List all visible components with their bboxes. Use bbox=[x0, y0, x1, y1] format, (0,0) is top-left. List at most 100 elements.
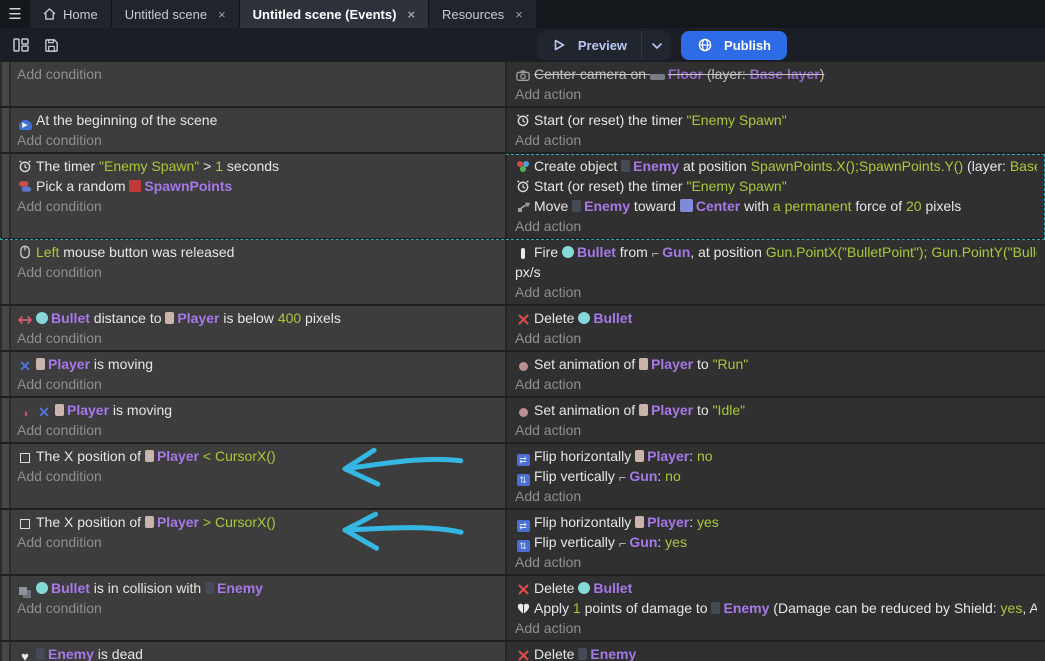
event-drag-handle[interactable] bbox=[0, 398, 11, 442]
event-drag-handle[interactable] bbox=[0, 352, 11, 396]
actions-cell[interactable]: Delete Enemy Add action bbox=[505, 642, 1045, 661]
action-line[interactable]: Delete Bullet bbox=[515, 578, 1037, 598]
project-manager-icon[interactable] bbox=[8, 32, 34, 58]
actions-cell[interactable]: ⇄Flip horizontally Player: yes⇅Flip vert… bbox=[505, 510, 1045, 574]
add-action-button[interactable]: Add action bbox=[515, 486, 1037, 506]
condition-line[interactable]: Left mouse button was released bbox=[17, 242, 499, 262]
action-line[interactable]: Center camera on Floor (layer: Base laye… bbox=[515, 64, 1037, 84]
actions-cell[interactable]: Set animation of Player to "Run" Add act… bbox=[505, 352, 1045, 396]
event-drag-handle[interactable] bbox=[0, 444, 11, 508]
close-icon[interactable]: × bbox=[515, 7, 523, 22]
tab-home[interactable]: Home bbox=[30, 0, 112, 28]
action-line[interactable]: Create object Enemy at position SpawnPoi… bbox=[515, 156, 1037, 176]
action-line[interactable]: Delete Bullet bbox=[515, 308, 1037, 328]
tab-untitled-scene[interactable]: Untitled scene× bbox=[112, 0, 240, 28]
event-drag-handle[interactable] bbox=[0, 154, 11, 238]
actions-cell[interactable]: Set animation of Player to "Idle" Add ac… bbox=[505, 398, 1045, 442]
add-condition-button[interactable]: Add condition bbox=[17, 598, 499, 618]
event-row[interactable]: Add condition Center camera on Floor (la… bbox=[0, 62, 1045, 108]
action-line[interactable]: ⇄Flip horizontally Player: yes bbox=[515, 512, 1037, 532]
event-row[interactable]: Bullet distance to Player is below 400 p… bbox=[0, 306, 1045, 352]
actions-cell[interactable]: Fire Bullet from ⌐Gun, at position Gun.P… bbox=[505, 240, 1045, 304]
tab-untitled-scene-events-[interactable]: Untitled scene (Events)× bbox=[240, 0, 429, 28]
conditions-cell[interactable]: The timer "Enemy Spawn" > 1 secondsPick … bbox=[11, 154, 505, 238]
condition-line[interactable]: Bullet is in collision with Enemy bbox=[17, 578, 499, 598]
event-drag-handle[interactable] bbox=[0, 306, 11, 350]
add-action-button[interactable]: Add action bbox=[515, 552, 1037, 572]
actions-cell[interactable]: Create object Enemy at position SpawnPoi… bbox=[505, 154, 1045, 238]
publish-button[interactable]: Publish bbox=[681, 31, 787, 60]
condition-line[interactable]: ◑✕Player is moving bbox=[17, 400, 499, 420]
condition-line[interactable]: The X position of Player > CursorX() bbox=[17, 512, 499, 532]
add-condition-button[interactable]: Add condition bbox=[17, 262, 499, 282]
event-row[interactable]: Bullet is in collision with Enemy Add co… bbox=[0, 576, 1045, 642]
event-drag-handle[interactable] bbox=[0, 510, 11, 574]
event-row[interactable]: The X position of Player > CursorX() Add… bbox=[0, 510, 1045, 576]
action-line[interactable]: ⇄Flip horizontally Player: no bbox=[515, 446, 1037, 466]
conditions-cell[interactable]: Add condition bbox=[11, 62, 505, 106]
event-row[interactable]: ♥Enemy is dead Add condition Delete Enem… bbox=[0, 642, 1045, 661]
event-drag-handle[interactable] bbox=[0, 108, 11, 152]
add-action-button[interactable]: Add action bbox=[515, 84, 1037, 104]
action-line[interactable]: Set animation of Player to "Run" bbox=[515, 354, 1037, 374]
conditions-cell[interactable]: ▶At the beginning of the scene Add condi… bbox=[11, 108, 505, 152]
action-line[interactable]: Delete Enemy bbox=[515, 644, 1037, 661]
event-drag-handle[interactable] bbox=[0, 576, 11, 640]
condition-line[interactable]: The timer "Enemy Spawn" > 1 seconds bbox=[17, 156, 499, 176]
add-condition-button[interactable]: Add condition bbox=[17, 130, 499, 150]
conditions-cell[interactable]: The X position of Player > CursorX() Add… bbox=[11, 510, 505, 574]
close-icon[interactable]: × bbox=[407, 7, 415, 22]
add-action-button[interactable]: Add action bbox=[515, 216, 1037, 236]
actions-cell[interactable]: Delete Bullet Add action bbox=[505, 306, 1045, 350]
condition-line[interactable]: The X position of Player < CursorX() bbox=[17, 446, 499, 466]
add-action-button[interactable]: Add action bbox=[515, 618, 1037, 638]
condition-line[interactable]: ✕Player is moving bbox=[17, 354, 499, 374]
action-line[interactable]: ⇅Flip vertically ⌐Gun: yes bbox=[515, 532, 1037, 552]
conditions-cell[interactable]: The X position of Player < CursorX() Add… bbox=[11, 444, 505, 508]
conditions-cell[interactable]: Bullet distance to Player is below 400 p… bbox=[11, 306, 505, 350]
add-action-button[interactable]: Add action bbox=[515, 130, 1037, 150]
action-line[interactable]: Start (or reset) the timer "Enemy Spawn" bbox=[515, 110, 1037, 130]
conditions-cell[interactable]: Left mouse button was released Add condi… bbox=[11, 240, 505, 304]
save-icon[interactable] bbox=[38, 32, 64, 58]
preview-button[interactable]: Preview bbox=[537, 31, 641, 60]
actions-cell[interactable]: Center camera on Floor (layer: Base laye… bbox=[505, 62, 1045, 106]
actions-cell[interactable]: Delete BulletApply 1 points of damage to… bbox=[505, 576, 1045, 640]
event-row[interactable]: The X position of Player < CursorX() Add… bbox=[0, 444, 1045, 510]
hamburger-menu-icon[interactable]: ☰ bbox=[0, 0, 30, 28]
tab-resources[interactable]: Resources× bbox=[429, 0, 537, 28]
add-action-button[interactable]: Add action bbox=[515, 420, 1037, 440]
add-condition-button[interactable]: Add condition bbox=[17, 64, 499, 84]
conditions-cell[interactable]: ◑✕Player is moving Add condition bbox=[11, 398, 505, 442]
action-line[interactable]: Apply 1 points of damage to Enemy (Damag… bbox=[515, 598, 1037, 618]
conditions-cell[interactable]: ✕Player is moving Add condition bbox=[11, 352, 505, 396]
action-line[interactable]: ⇅Flip vertically ⌐Gun: no bbox=[515, 466, 1037, 486]
condition-line[interactable]: Bullet distance to Player is below 400 p… bbox=[17, 308, 499, 328]
event-row[interactable]: Left mouse button was released Add condi… bbox=[0, 240, 1045, 306]
conditions-cell[interactable]: ♥Enemy is dead Add condition bbox=[11, 642, 505, 661]
add-condition-button[interactable]: Add condition bbox=[17, 466, 499, 486]
action-line[interactable]: px/s bbox=[515, 262, 1037, 282]
action-line[interactable]: Fire Bullet from ⌐Gun, at position Gun.P… bbox=[515, 242, 1037, 262]
add-action-button[interactable]: Add action bbox=[515, 374, 1037, 394]
add-action-button[interactable]: Add action bbox=[515, 282, 1037, 302]
action-line[interactable]: Start (or reset) the timer "Enemy Spawn" bbox=[515, 176, 1037, 196]
preview-dropdown-button[interactable] bbox=[641, 31, 671, 60]
conditions-cell[interactable]: Bullet is in collision with Enemy Add co… bbox=[11, 576, 505, 640]
add-condition-button[interactable]: Add condition bbox=[17, 196, 499, 216]
actions-cell[interactable]: Start (or reset) the timer "Enemy Spawn"… bbox=[505, 108, 1045, 152]
action-line[interactable]: Set animation of Player to "Idle" bbox=[515, 400, 1037, 420]
add-condition-button[interactable]: Add condition bbox=[17, 328, 499, 348]
add-condition-button[interactable]: Add condition bbox=[17, 532, 499, 552]
condition-line[interactable]: Pick a random SpawnPoints bbox=[17, 176, 499, 196]
event-drag-handle[interactable] bbox=[0, 240, 11, 304]
add-condition-button[interactable]: Add condition bbox=[17, 374, 499, 394]
event-row[interactable]: ▶At the beginning of the scene Add condi… bbox=[0, 108, 1045, 154]
event-row[interactable]: ✕Player is moving Add condition Set anim… bbox=[0, 352, 1045, 398]
condition-line[interactable]: ▶At the beginning of the scene bbox=[17, 110, 499, 130]
condition-line[interactable]: ♥Enemy is dead bbox=[17, 644, 499, 661]
action-line[interactable]: Move Enemy toward Center with a permanen… bbox=[515, 196, 1037, 216]
event-row[interactable]: ◑✕Player is moving Add condition Set ani… bbox=[0, 398, 1045, 444]
add-condition-button[interactable]: Add condition bbox=[17, 420, 499, 440]
add-action-button[interactable]: Add action bbox=[515, 328, 1037, 348]
